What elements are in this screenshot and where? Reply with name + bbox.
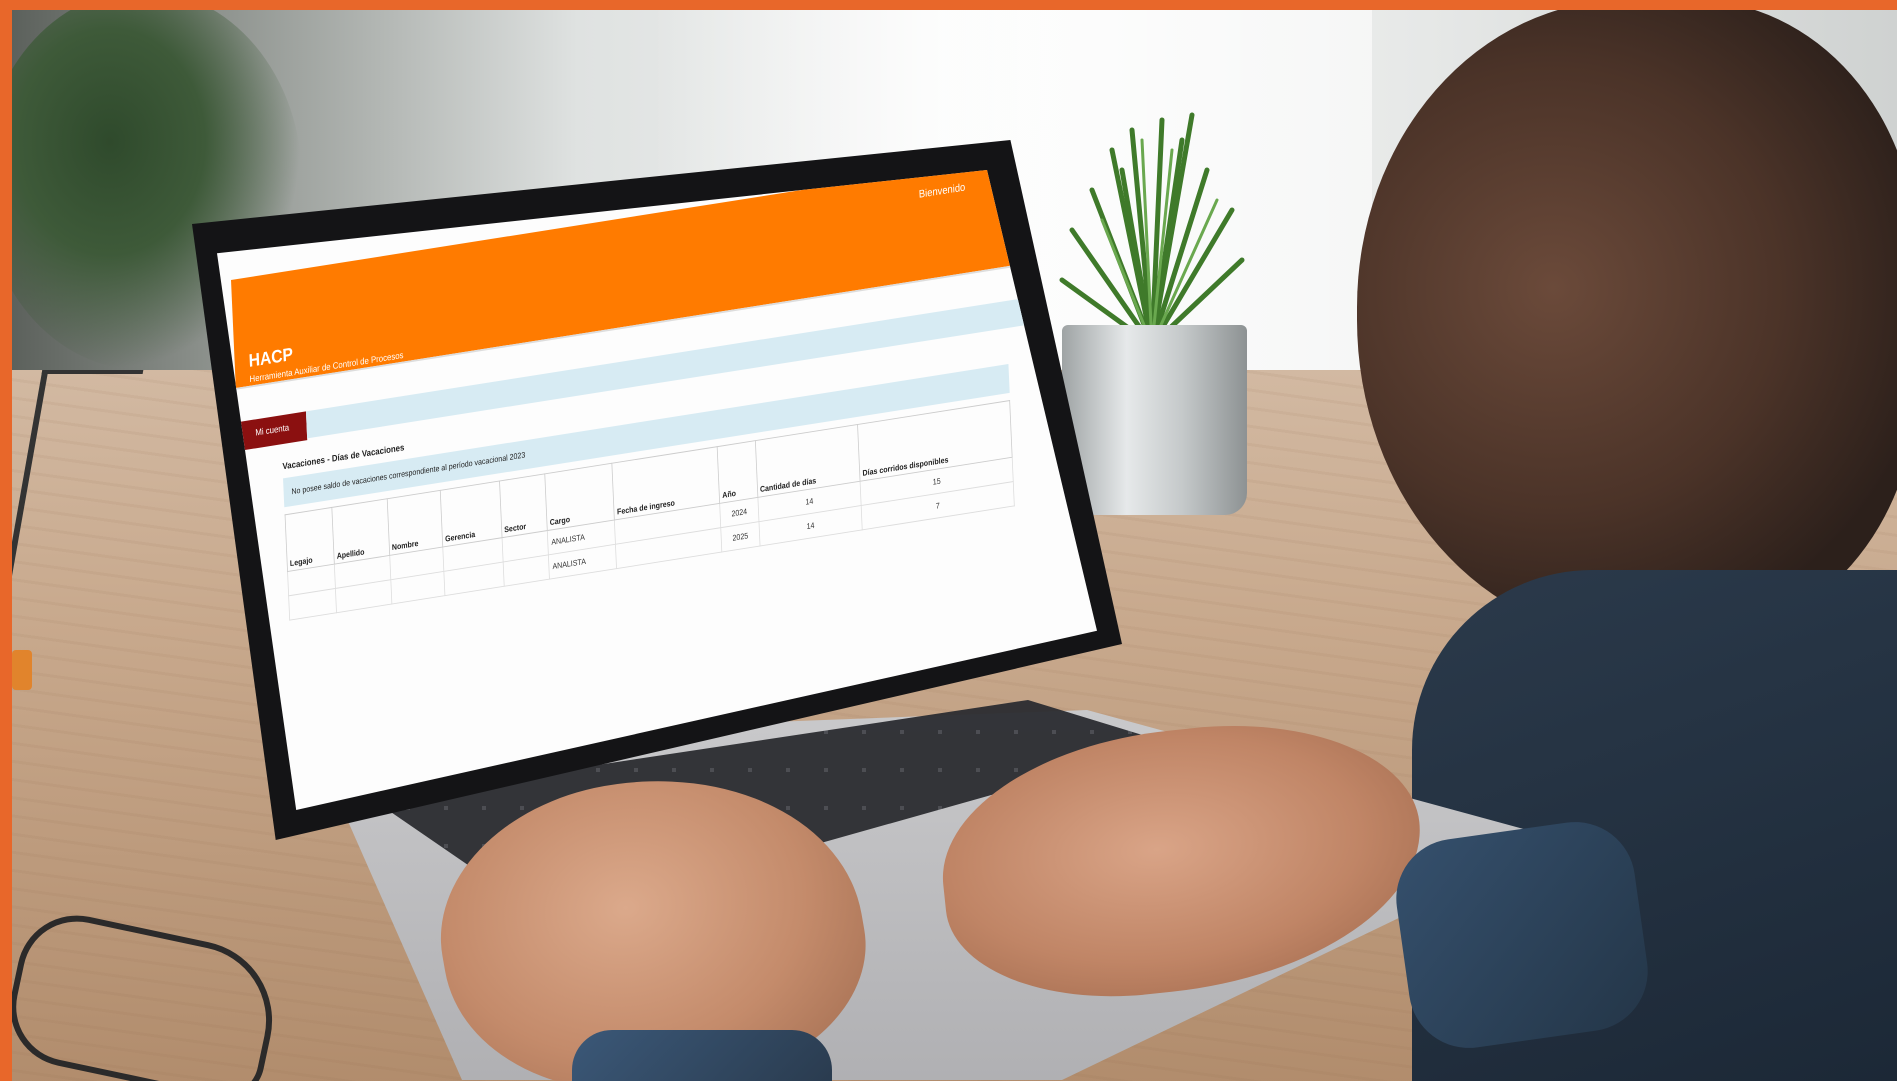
orange-object xyxy=(12,650,32,690)
col-header: Gerencia xyxy=(440,481,502,548)
col-header: Año xyxy=(717,440,758,504)
photo-scene: Bienvenido HACP Herramienta Auxiliar de … xyxy=(12,10,1897,1081)
person-head xyxy=(1357,10,1897,640)
potted-plant-icon xyxy=(1059,112,1245,348)
col-header: Apellido xyxy=(331,498,390,565)
col-header: Nombre xyxy=(386,490,443,556)
tab-mi-cuenta[interactable]: Mi cuenta xyxy=(237,411,308,451)
col-header: Legajo xyxy=(285,507,335,572)
left-sleeve xyxy=(572,1030,832,1081)
right-sleeve xyxy=(1388,814,1656,1056)
cell: 2025 xyxy=(720,521,760,552)
col-header: Sector xyxy=(499,473,548,538)
plant-pot xyxy=(1062,325,1247,515)
welcome-link[interactable]: Bienvenido xyxy=(919,181,966,201)
